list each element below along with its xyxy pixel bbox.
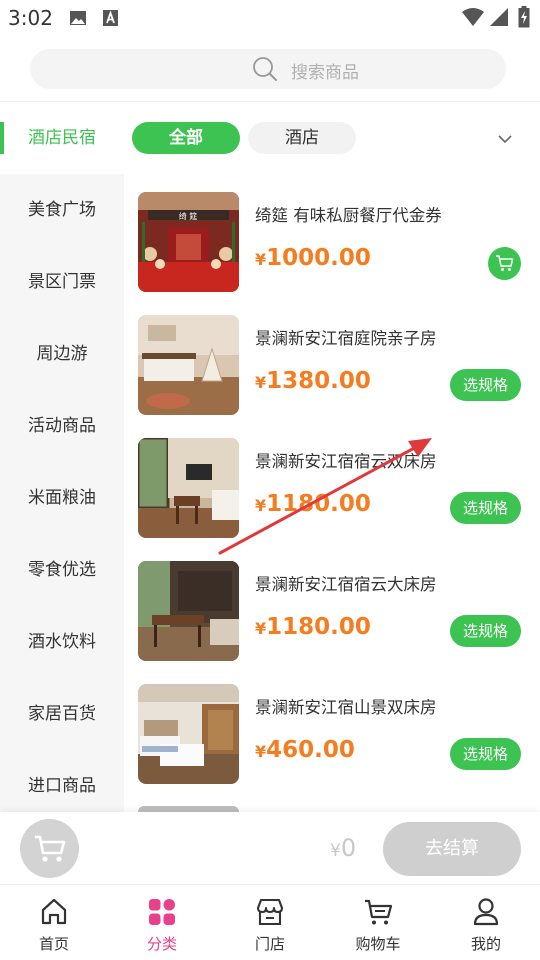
cart-icon <box>365 899 393 925</box>
grid-icon <box>149 899 175 925</box>
battery-charging-icon <box>518 6 530 32</box>
cart-icon <box>35 835 66 862</box>
bottom-nav: 首页 分类 门店 购物车 我的 <box>0 884 540 960</box>
select-spec-button[interactable]: 选规格 <box>450 738 521 770</box>
nav-label: 购物车 <box>355 935 401 953</box>
user-icon <box>473 898 499 926</box>
nav-item-category[interactable]: 分类 <box>108 885 216 960</box>
add-to-cart-button[interactable] <box>488 247 521 280</box>
cart-icon <box>496 255 514 271</box>
product-price: ¥460.00 <box>255 737 355 763</box>
sidebar-item-drinks[interactable]: 酒水饮料 <box>0 606 124 678</box>
svg-text:绮 筵: 绮 筵 <box>179 211 198 221</box>
product-item[interactable]: 景澜新安江宿宿云大床房 ¥1180.00 选规格 <box>124 561 540 684</box>
product-title: 景澜新安江宿庭院亲子房 <box>255 329 437 348</box>
sidebar-item-nearby-tours[interactable]: 周边游 <box>0 318 124 390</box>
twin-room-photo <box>138 438 239 538</box>
product-item[interactable]: 景澜新安江宿庭院亲子房 ¥1380.00 选规格 <box>124 315 540 438</box>
nav-label: 门店 <box>254 935 285 953</box>
nav-item-cart[interactable]: 购物车 <box>324 885 432 960</box>
select-spec-button[interactable]: 选规格 <box>450 615 521 647</box>
sidebar-item-home-goods[interactable]: 家居百货 <box>0 678 124 750</box>
search-placeholder: 搜索商品 <box>291 63 359 83</box>
select-spec-button[interactable]: 选规格 <box>450 369 521 401</box>
nav-item-profile[interactable]: 我的 <box>432 885 540 960</box>
sidebar-item-snacks[interactable]: 零食优选 <box>0 534 124 606</box>
category-sidebar: 酒店民宿 美食广场 景区门票 周边游 活动商品 米面粮油 零食优选 酒水饮料 家… <box>0 102 124 812</box>
sidebar-item-food-plaza[interactable]: 美食广场 <box>0 174 124 246</box>
cart-button[interactable] <box>20 819 79 878</box>
nav-label: 我的 <box>470 935 501 953</box>
product-price: ¥1000.00 <box>255 245 371 271</box>
search-icon <box>252 56 278 86</box>
sidebar-item-event-products[interactable]: 活动商品 <box>0 390 124 462</box>
checkout-bar: ¥0 去结算 <box>0 812 540 884</box>
filter-chip-all[interactable]: 全部 <box>132 122 240 154</box>
product-item[interactable]: 绮 筵 绮筵 有味私厨餐厅代金券 ¥1000.00 <box>124 192 540 315</box>
filter-chip-hotel[interactable]: 酒店 <box>248 122 356 154</box>
nav-label: 首页 <box>38 935 69 953</box>
nav-label: 分类 <box>146 935 177 953</box>
screen: 3:02 搜索商品 酒店民宿 美食广场 景区门票 周边游 活动商品 米面粮油 零… <box>0 0 540 960</box>
sidebar-item-rice-flour-oil[interactable]: 米面粮油 <box>0 462 124 534</box>
product-title: 景澜新安江宿山景双床房 <box>255 698 437 717</box>
cart-total: ¥0 <box>330 834 357 862</box>
image-icon <box>69 9 87 31</box>
product-item[interactable]: 景澜新安江宿山景双床房 ¥460.00 选规格 <box>124 684 540 807</box>
nav-item-store[interactable]: 门店 <box>216 885 324 960</box>
signal-icon <box>490 8 508 30</box>
checkout-button[interactable]: 去结算 <box>383 822 521 876</box>
product-price: ¥1180.00 <box>255 614 371 640</box>
status-time: 3:02 <box>8 6 53 30</box>
mountain-view-room-photo <box>138 684 239 784</box>
product-price: ¥1380.00 <box>255 368 371 394</box>
king-room-photo <box>138 561 239 661</box>
store-icon <box>256 898 284 926</box>
chevron-down-icon[interactable] <box>496 130 514 149</box>
product-item[interactable]: 景澜新安江宿宿云双床房 ¥1180.00 选规格 <box>124 438 540 561</box>
product-title: 景澜新安江宿宿云大床房 <box>255 575 437 594</box>
family-room-photo <box>138 315 239 415</box>
home-icon <box>41 898 67 925</box>
wifi-icon <box>462 8 484 30</box>
product-price: ¥1180.00 <box>255 491 371 517</box>
select-spec-button[interactable]: 选规格 <box>450 492 521 524</box>
product-title: 绮筵 有味私厨餐厅代金券 <box>255 206 442 225</box>
status-bar: 3:02 <box>0 0 540 36</box>
sidebar-item-hotel-homestay[interactable]: 酒店民宿 <box>0 102 124 174</box>
a-box-icon <box>102 9 119 31</box>
search-bar[interactable]: 搜索商品 <box>30 49 506 89</box>
product-title: 景澜新安江宿宿云双床房 <box>255 452 437 471</box>
nav-item-home[interactable]: 首页 <box>0 885 108 960</box>
sidebar-item-scenic-tickets[interactable]: 景区门票 <box>0 246 124 318</box>
restaurant-photo: 绮 筵 <box>138 192 239 292</box>
